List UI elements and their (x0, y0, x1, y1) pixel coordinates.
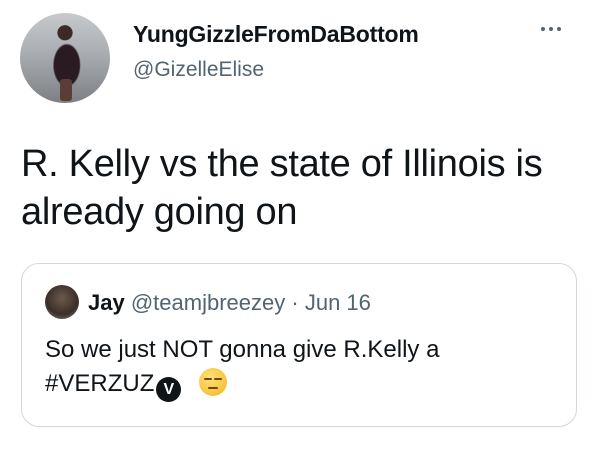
quoted-tweet-text: So we just NOT gonna give R.Kelly a #VER… (45, 333, 555, 402)
author-avatar[interactable] (20, 13, 110, 103)
more-dot (557, 27, 561, 31)
quoted-tweet[interactable]: Jay @teamjbreezey · Jun 16 So we just NO… (21, 263, 577, 427)
avatar-photo-detail (60, 79, 72, 101)
quoted-author-handle[interactable]: @teamjbreezey (131, 290, 285, 315)
quoted-author-name[interactable]: Jay (88, 290, 125, 315)
more-options-icon[interactable] (541, 27, 561, 31)
quoted-tweet-date[interactable]: Jun 16 (305, 290, 371, 315)
more-dot (541, 27, 545, 31)
meta-separator: · (291, 290, 299, 315)
verzuz-badge-icon: V (156, 377, 182, 402)
quoted-tweet-header: Jay @teamjbreezey · Jun 16 (88, 290, 371, 316)
hashtag-link[interactable]: #VERZUZ (45, 370, 154, 397)
unamused-face-icon (199, 368, 228, 396)
tweet-text: R. Kelly vs the state of Illinois is alr… (21, 143, 543, 233)
quoted-text-body: So we just NOT gonna give R.Kelly a (45, 336, 440, 363)
more-dot (549, 27, 553, 31)
author-handle[interactable]: @GizelleElise (133, 58, 264, 82)
author-name[interactable]: YungGizzleFromDaBottom (133, 21, 419, 48)
emoji-mouth (208, 387, 219, 389)
quoted-author-avatar[interactable] (45, 285, 79, 319)
